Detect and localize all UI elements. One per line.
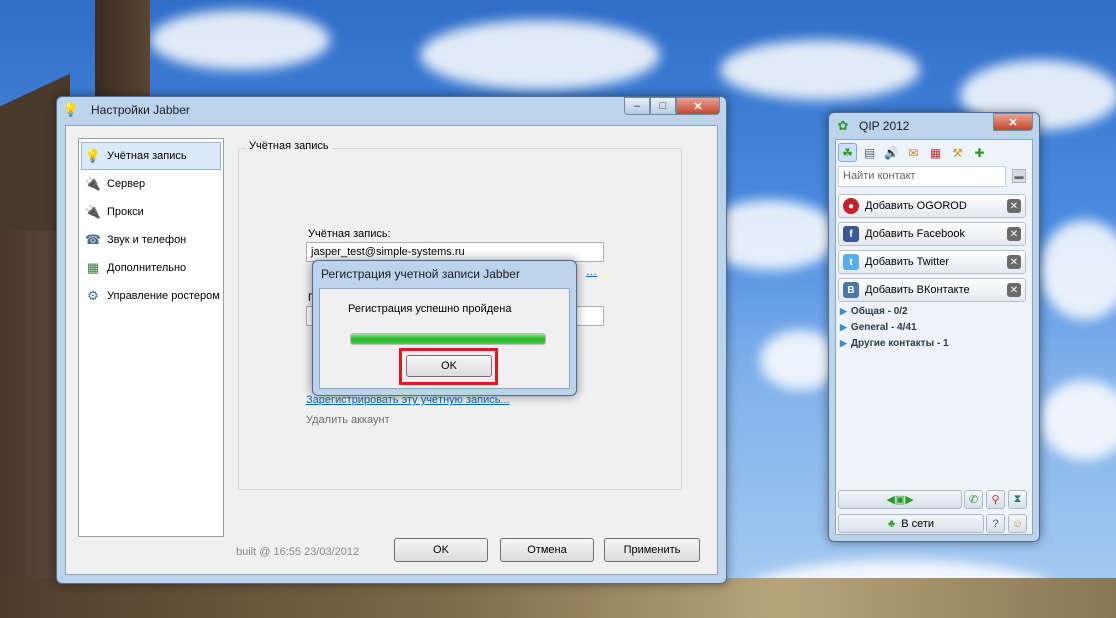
status-button[interactable]: ♣ В сети <box>838 514 984 533</box>
mail-icon[interactable]: ✉ <box>904 143 923 162</box>
tools-icon[interactable]: ⚒ <box>948 143 967 162</box>
contacts-icon[interactable]: ☘ <box>838 143 857 162</box>
status-label: В сети <box>901 517 935 530</box>
plugins-icon[interactable]: ✚ <box>970 143 989 162</box>
delete-account-label[interactable]: Удалить аккаунт <box>306 414 390 426</box>
nav-item-server[interactable]: 🔌 Сервер <box>79 170 223 198</box>
twitter-icon: t <box>843 254 859 270</box>
expand-arrow-icon: ▶ <box>840 322 847 332</box>
close-icon[interactable]: ✕ <box>1007 199 1021 213</box>
phone-icon[interactable]: ✆ <box>964 490 983 509</box>
add-label: Добавить Twitter <box>865 256 950 268</box>
group-general-ru[interactable]: ▶ Общая - 0/2 <box>840 306 908 317</box>
qip-close-button[interactable]: ✕ <box>993 113 1033 131</box>
registration-titlebar[interactable]: Регистрация учетной записи Jabber <box>313 261 576 287</box>
build-info: built @ 16:55 23/03/2012 <box>236 546 360 558</box>
jabber-window-title: Настройки Jabber <box>91 103 190 117</box>
minimize-button[interactable]: – <box>624 97 650 115</box>
plug-icon: 🔌 <box>84 176 102 191</box>
progress-fill <box>351 334 545 344</box>
lightbulb-icon: 💡 <box>62 102 80 117</box>
close-icon[interactable]: ✕ <box>1007 255 1021 269</box>
facebook-icon: f <box>843 226 859 242</box>
qip-titlebar[interactable]: ✿ QIP 2012 ✕ <box>829 113 1039 139</box>
sound-icon[interactable]: 🔊 <box>882 143 901 162</box>
qip-window-title: QIP 2012 <box>859 119 910 133</box>
registration-ok-button[interactable]: OK <box>406 355 492 377</box>
maximize-button[interactable]: □ <box>650 97 676 115</box>
hourglass-icon[interactable]: ⧗ <box>1008 490 1027 509</box>
close-button[interactable]: ✕ <box>676 97 720 115</box>
nav-item-proxy[interactable]: 🔌 Прокси <box>79 198 223 226</box>
nav-item-label: Учётная запись <box>107 150 187 162</box>
search-contacts-icon[interactable]: ⚲ <box>986 490 1005 509</box>
add-ogorod-button[interactable]: ● Добавить OGOROD ✕ <box>838 194 1026 218</box>
nav-item-account[interactable]: 💡 Учётная запись <box>81 142 221 170</box>
jabber-titlebar[interactable]: 💡 Настройки Jabber – □ ✕ <box>57 97 726 123</box>
phone-book-icon: ☎ <box>84 232 102 247</box>
plug-icon: 🔌 <box>84 204 102 219</box>
calendar-icon[interactable]: ▦ <box>926 143 945 162</box>
registration-message: Регистрация успешно пройдена <box>348 303 512 315</box>
registration-client-area: Регистрация успешно пройдена OK <box>319 288 570 389</box>
partial-link[interactable]: … <box>586 266 597 278</box>
qip-menu-icon: ◀▣▶ <box>886 494 914 506</box>
nav-item-advanced[interactable]: ▦ Дополнительно <box>79 254 223 282</box>
roster-gear-icon: ⚙ <box>87 288 99 303</box>
add-label: Добавить ВКонтакте <box>865 284 970 296</box>
nav-item-label: Прокси <box>107 206 144 218</box>
registration-progress-bar <box>350 333 546 345</box>
help-icon[interactable]: ? <box>986 514 1005 533</box>
history-icon[interactable]: ▤ <box>860 143 879 162</box>
add-vkontakte-button[interactable]: В Добавить ВКонтакте ✕ <box>838 278 1026 302</box>
nav-item-label: Сервер <box>107 178 146 190</box>
close-icon[interactable]: ✕ <box>1007 283 1021 297</box>
settings-nav-list: 💡 Учётная запись 🔌 Сервер 🔌 Прокси ☎ Зву… <box>78 138 224 537</box>
ogorod-icon: ● <box>843 198 859 214</box>
expand-arrow-icon: ▶ <box>840 306 847 316</box>
add-twitter-button[interactable]: t Добавить Twitter ✕ <box>838 250 1026 274</box>
group-general[interactable]: ▶ General - 4/41 <box>840 322 917 333</box>
nav-item-label: Дополнительно <box>107 262 187 274</box>
account-group-title: Учётная запись <box>246 140 332 152</box>
ok-button[interactable]: OK <box>394 538 488 562</box>
add-label: Добавить Facebook <box>865 228 965 240</box>
settings-window-icon: ▦ <box>86 260 100 275</box>
apply-button[interactable]: Применить <box>604 538 700 562</box>
close-icon[interactable]: ✕ <box>1007 227 1021 241</box>
registration-dialog: Регистрация учетной записи Jabber Регист… <box>312 260 577 396</box>
group-other-contacts[interactable]: ▶ Другие контакты - 1 <box>840 338 949 349</box>
group-label: Общая - 0/2 <box>850 306 908 317</box>
qip-client-area: ☘ ▤ 🔊 ✉ ▦ ⚒ ✚ Найти контакт ▬ ● Добавить… <box>835 139 1033 535</box>
qip-toolbar: ☘ ▤ 🔊 ✉ ▦ ⚒ ✚ <box>838 143 989 162</box>
group-label: General - 4/41 <box>850 322 917 333</box>
qip-flower-icon: ✿ <box>837 118 849 133</box>
account-field-label: Учётная запись: <box>308 228 391 240</box>
account-input[interactable]: jasper_test@simple-systems.ru <box>306 242 604 262</box>
cancel-button[interactable]: Отмена <box>500 538 594 562</box>
nav-item-roster[interactable]: ⚙ Управление ростером <box>79 282 223 310</box>
add-facebook-button[interactable]: f Добавить Facebook ✕ <box>838 222 1026 246</box>
search-options-button[interactable]: ▬ <box>1012 169 1026 183</box>
online-status-icon: ♣ <box>887 517 896 530</box>
qip-window: ✿ QIP 2012 ✕ ☘ ▤ 🔊 ✉ ▦ ⚒ ✚ Найти контакт… <box>828 112 1040 542</box>
group-label: Другие контакты - 1 <box>850 338 949 349</box>
lightbulb-icon: 💡 <box>84 148 102 163</box>
nav-item-label: Управление ростером <box>107 290 220 302</box>
user-profile-icon[interactable]: ☺ <box>1008 514 1027 533</box>
nav-item-label: Звук и телефон <box>107 234 187 246</box>
contact-search-input[interactable]: Найти контакт <box>838 166 1006 187</box>
vkontakte-icon: В <box>843 282 859 298</box>
registration-dialog-title: Регистрация учетной записи Jabber <box>321 267 520 281</box>
main-menu-button[interactable]: ◀▣▶ <box>838 490 962 509</box>
add-label: Добавить OGOROD <box>865 200 967 212</box>
nav-item-sound-phone[interactable]: ☎ Звук и телефон <box>79 226 223 254</box>
expand-arrow-icon: ▶ <box>840 338 847 348</box>
